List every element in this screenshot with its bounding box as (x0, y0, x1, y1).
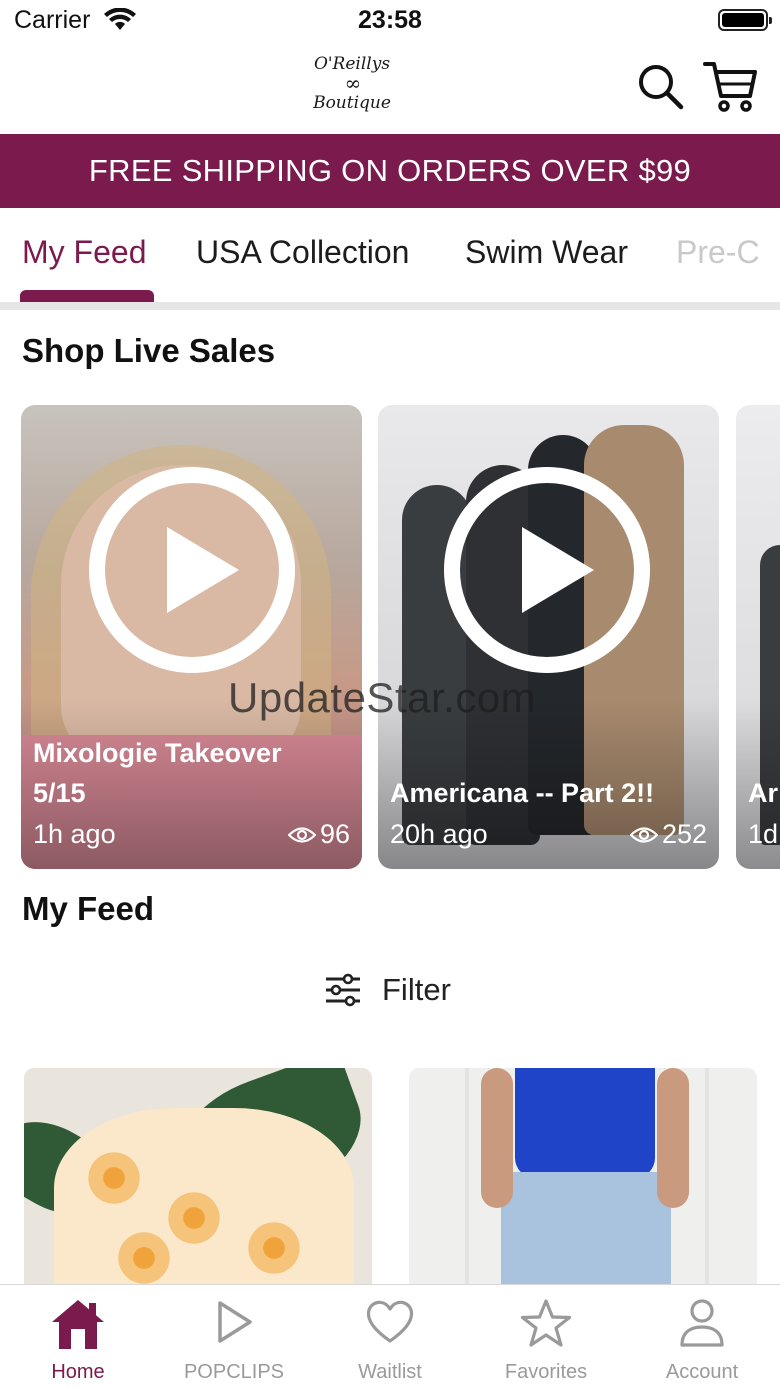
status-bar: Carrier 23:58 (0, 0, 780, 44)
cart-button[interactable] (702, 58, 758, 114)
category-tabs: My Feed USA Collection Swim Wear Pre-C (0, 208, 780, 310)
live-sale-time: 20h ago (390, 819, 488, 849)
bottom-nav: Home POPCLIPS Waitlist Favorites Account (0, 1284, 780, 1387)
live-sale-card[interactable]: Americana -- Part 2!! 20h ago 252 (378, 405, 719, 869)
live-sale-views: 96 (287, 819, 350, 850)
tab-swim-wear[interactable]: Swim Wear (465, 234, 628, 271)
product-image-flower (244, 1218, 304, 1278)
logo-line-3: Boutique (313, 93, 391, 113)
boutique-logo[interactable]: O'Reillys ∞ Boutique (296, 48, 408, 130)
nav-waitlist[interactable]: Waitlist (312, 1285, 468, 1387)
live-sale-time: 1d (748, 819, 779, 849)
nav-label: Waitlist (358, 1361, 422, 1383)
live-sale-card[interactable]: Mixologie Takeover 5/15 1h ago 96 (21, 405, 362, 869)
search-icon (639, 65, 684, 110)
play-icon[interactable] (89, 467, 295, 673)
nav-favorites[interactable]: Favorites (468, 1285, 624, 1387)
live-sale-views: 252 (629, 819, 707, 850)
nav-label: POPCLIPS (183, 1361, 285, 1383)
product-image-jeans (501, 1172, 671, 1288)
product-image-flower (114, 1228, 174, 1288)
home-icon (52, 1300, 104, 1349)
nav-label: Favorites (504, 1361, 588, 1383)
filter-label: Filter (382, 972, 451, 1007)
live-sale-title: Ar (748, 778, 779, 808)
product-tile[interactable] (24, 1068, 372, 1288)
person-icon (680, 1299, 724, 1347)
view-count: 252 (661, 819, 707, 849)
product-tile[interactable] (409, 1068, 757, 1288)
live-sale-card[interactable]: Ar 1d (736, 405, 780, 869)
nav-home[interactable]: Home (0, 1285, 156, 1387)
battery-icon (718, 9, 772, 31)
tab-pre-order[interactable]: Pre-C (676, 234, 760, 271)
search-button[interactable] (636, 62, 686, 112)
live-sale-time: 1h ago (33, 819, 116, 849)
active-tab-indicator (20, 290, 154, 302)
nav-popclips[interactable]: POPCLIPS (156, 1285, 312, 1387)
product-image-arm (657, 1068, 689, 1208)
product-image-flower (84, 1148, 144, 1208)
nav-label: Account (665, 1361, 739, 1383)
sliders-icon (326, 973, 360, 1007)
play-icon[interactable] (444, 467, 650, 673)
star-icon (520, 1299, 572, 1347)
logo-line-2: ∞ (344, 71, 362, 95)
product-image-top (515, 1068, 655, 1178)
eye-icon (287, 826, 316, 843)
eye-icon (629, 826, 658, 843)
heart-icon (366, 1300, 414, 1343)
nav-account[interactable]: Account (624, 1285, 780, 1387)
tab-usa-collection[interactable]: USA Collection (196, 234, 409, 271)
watermark: UpdateStar.com (228, 674, 537, 721)
live-sale-title: Mixologie Takeover 5/15 (33, 738, 282, 808)
app-header: O'Reillys ∞ Boutique (0, 44, 780, 134)
view-count: 96 (319, 819, 350, 849)
live-sale-title: Americana -- Part 2!! (390, 778, 655, 808)
filter-button[interactable]: Filter (324, 968, 451, 1012)
shop-live-sales-title: Shop Live Sales (22, 332, 276, 369)
free-shipping-banner: FREE SHIPPING ON ORDERS OVER $99 (0, 134, 780, 208)
product-image-arm (481, 1068, 513, 1208)
play-icon (218, 1301, 252, 1343)
cart-icon (703, 62, 757, 112)
product-image-flower (164, 1188, 224, 1248)
nav-label: Home (51, 1361, 105, 1383)
status-time: 23:58 (358, 6, 422, 34)
my-feed-title: My Feed (22, 890, 155, 927)
tab-my-feed[interactable]: My Feed (22, 234, 146, 271)
